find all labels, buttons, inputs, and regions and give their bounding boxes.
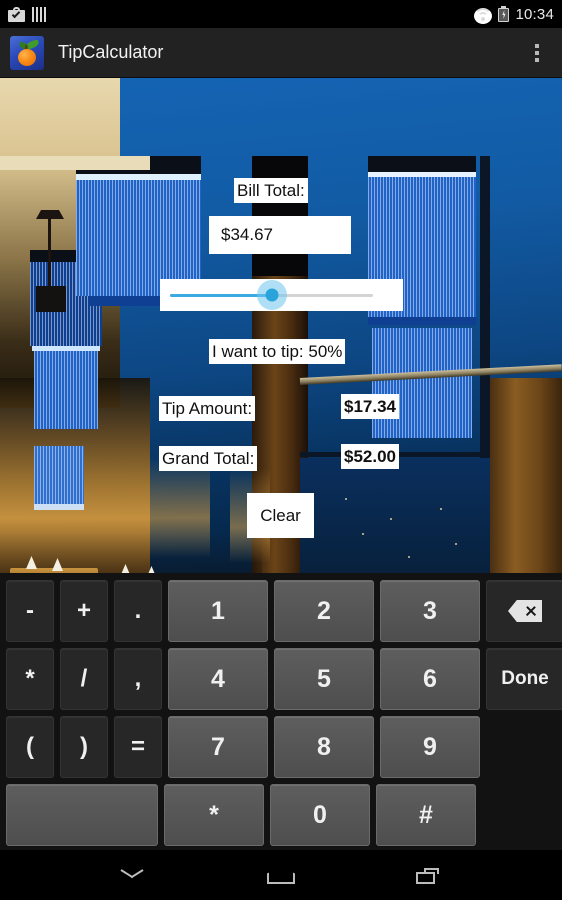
- keyboard-row: * /, 4 5 6 Done: [3, 645, 562, 713]
- app-content: Bill Total: $34.67 I want to tip: 50% Ti…: [0, 78, 562, 573]
- key-minus[interactable]: -: [6, 580, 54, 642]
- orange-fruit-icon: [10, 35, 44, 70]
- key-5[interactable]: 5: [274, 648, 374, 710]
- app-action-bar: TipCalculator: [0, 28, 562, 78]
- key-3[interactable]: 3: [380, 580, 480, 642]
- android-navigation-bar: [0, 850, 562, 900]
- tip-amount-value: $17.34: [341, 394, 399, 419]
- key-paren-open[interactable]: (: [6, 716, 54, 778]
- bill-total-input[interactable]: $34.67: [209, 216, 351, 254]
- key-6[interactable]: 6: [380, 648, 480, 710]
- key-period[interactable]: .: [114, 580, 162, 642]
- wifi-icon: [474, 7, 493, 24]
- tip-percent-label: I want to tip: 50%: [209, 339, 346, 364]
- key-equals[interactable]: =: [114, 716, 162, 778]
- key-blank-right-1: [486, 716, 562, 778]
- key-4[interactable]: 4: [168, 648, 268, 710]
- status-bar-system: 10:34: [474, 5, 554, 24]
- key-comma[interactable]: ,: [114, 648, 162, 710]
- android-device-screen: 10:34 TipCalculator Bill Total: $34.67 I…: [0, 0, 562, 900]
- battery-charging-icon: [498, 6, 510, 22]
- key-2[interactable]: 2: [274, 580, 374, 642]
- key-8[interactable]: 8: [274, 716, 374, 778]
- key-blank-right-2: [482, 784, 560, 846]
- status-bar-notifications: [8, 6, 47, 22]
- grand-total-label: Grand Total:: [159, 446, 258, 471]
- key-asterisk[interactable]: *: [164, 784, 264, 846]
- app-title: TipCalculator: [58, 42, 164, 62]
- key-backspace[interactable]: [486, 580, 562, 642]
- key-asterisk-fn[interactable]: *: [6, 648, 54, 710]
- key-hash[interactable]: #: [376, 784, 476, 846]
- backspace-icon: [508, 600, 542, 622]
- key-9[interactable]: 9: [380, 716, 480, 778]
- numeric-keyboard: - +. 1 2 3 * /, 4 5 6 Done() = 7 8 9 * 0 #: [0, 573, 562, 850]
- slider-thumb[interactable]: [265, 288, 278, 302]
- nav-home-icon[interactable]: [258, 860, 304, 890]
- keyboard-row: () = 7 8 9: [3, 713, 559, 781]
- key-0[interactable]: 0: [270, 784, 370, 846]
- tip-percent-slider[interactable]: [160, 279, 403, 311]
- clear-button[interactable]: Clear: [247, 493, 314, 538]
- keyboard-row: - +. 1 2 3: [3, 577, 562, 645]
- bill-total-label: Bill Total:: [234, 178, 308, 203]
- key-done[interactable]: Done: [486, 648, 562, 710]
- key-1[interactable]: 1: [168, 580, 268, 642]
- barcode-icon: [32, 6, 47, 22]
- key-7[interactable]: 7: [168, 716, 268, 778]
- key-space[interactable]: [6, 784, 158, 846]
- slider-track[interactable]: [170, 280, 373, 310]
- grand-total-value: $52.00: [341, 444, 399, 469]
- keyboard-row: * 0 #: [3, 781, 559, 849]
- status-bar: 10:34: [0, 0, 562, 28]
- status-bar-clock: 10:34: [515, 5, 554, 23]
- key-plus[interactable]: +: [60, 580, 108, 642]
- tip-amount-label: Tip Amount:: [159, 396, 256, 421]
- overflow-menu-icon[interactable]: [522, 33, 552, 73]
- key-slash[interactable]: /: [60, 648, 108, 710]
- nav-recents-icon[interactable]: [405, 860, 451, 890]
- nav-hide-keyboard-icon[interactable]: [111, 860, 157, 890]
- key-paren-close[interactable]: ): [60, 716, 108, 778]
- briefcase-check-icon: [8, 6, 25, 22]
